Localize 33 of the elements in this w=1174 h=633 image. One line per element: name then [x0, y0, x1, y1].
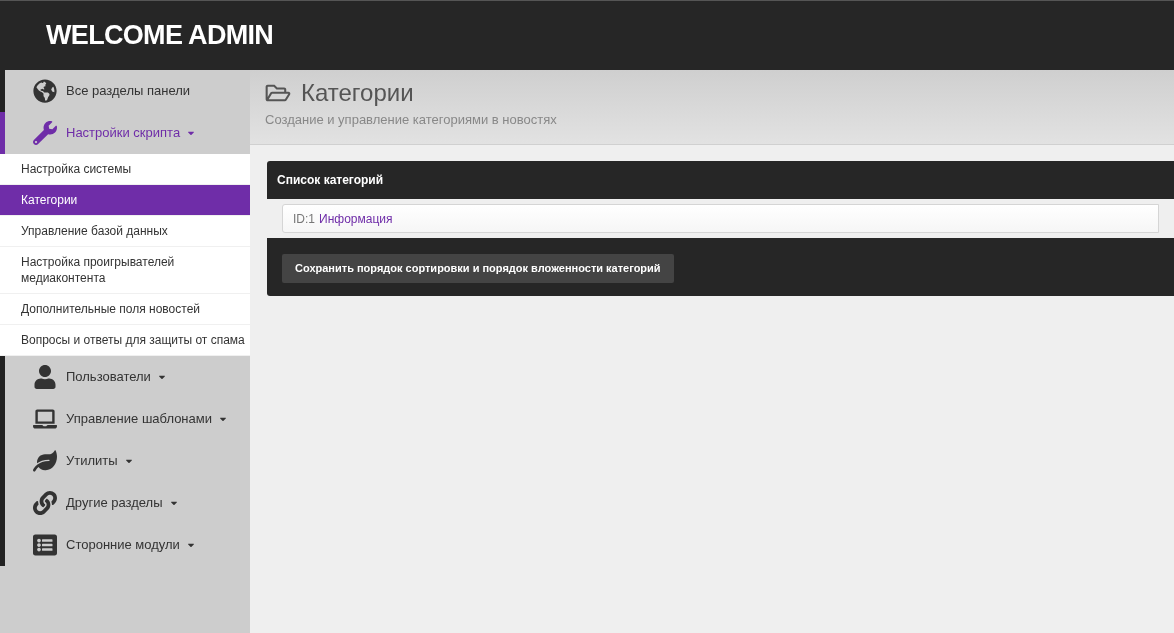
submenu-item[interactable]: Дополнительные поля новостей: [0, 294, 250, 325]
user-icon: [33, 365, 57, 389]
sidebar-item[interactable]: Управление шаблонами: [0, 398, 250, 440]
sidebar-item-label: Утилиты: [66, 452, 118, 471]
sidebar-item-label: Пользователи: [66, 368, 151, 387]
category-id: ID:1: [293, 210, 315, 228]
category-name: Информация: [319, 210, 393, 228]
leaf-icon: [33, 449, 57, 473]
sidebar-item-label: Настройки скрипта: [66, 124, 181, 143]
page-subtitle: Создание и управление категориями в новостях: [265, 111, 558, 129]
laptop-icon: [33, 407, 57, 431]
submenu-item[interactable]: Категории: [0, 185, 250, 216]
save-order-button[interactable]: Сохранить порядок сортировки и порядок вложенности категорий: [282, 254, 674, 283]
sidebar-item-label: Управление шаблонами: [66, 410, 212, 429]
list-icon: [33, 533, 57, 557]
folder-icon: [265, 82, 291, 104]
submenu-item[interactable]: Настройка проигрывателей медиаконтента: [0, 247, 250, 294]
wrench-icon: [33, 121, 57, 145]
welcome-title: WELCOME ADMIN: [46, 19, 274, 53]
sidebar-item[interactable]: Другие разделы: [0, 482, 250, 524]
submenu-item[interactable]: Вопросы и ответы для защиты от спама: [0, 325, 250, 356]
panel-title: Список категорий: [276, 172, 385, 189]
sidebar-item[interactable]: Сторонние модули: [0, 524, 250, 566]
category-item[interactable]: ID:1 Информация: [282, 204, 1159, 233]
sidebar-item-label: Сторонние модули: [66, 536, 180, 555]
submenu-item[interactable]: Управление базой данных: [0, 216, 250, 247]
sidebar-item-label: Другие разделы: [66, 494, 163, 513]
globe-icon: [33, 79, 57, 103]
page-title: Категории: [301, 78, 414, 108]
sidebar-item[interactable]: Пользователи: [0, 356, 250, 398]
sidebar-item[interactable]: Утилиты: [0, 440, 250, 482]
chain-link-icon: [33, 491, 57, 515]
sidebar-item-label: Все разделы панели: [66, 82, 191, 101]
